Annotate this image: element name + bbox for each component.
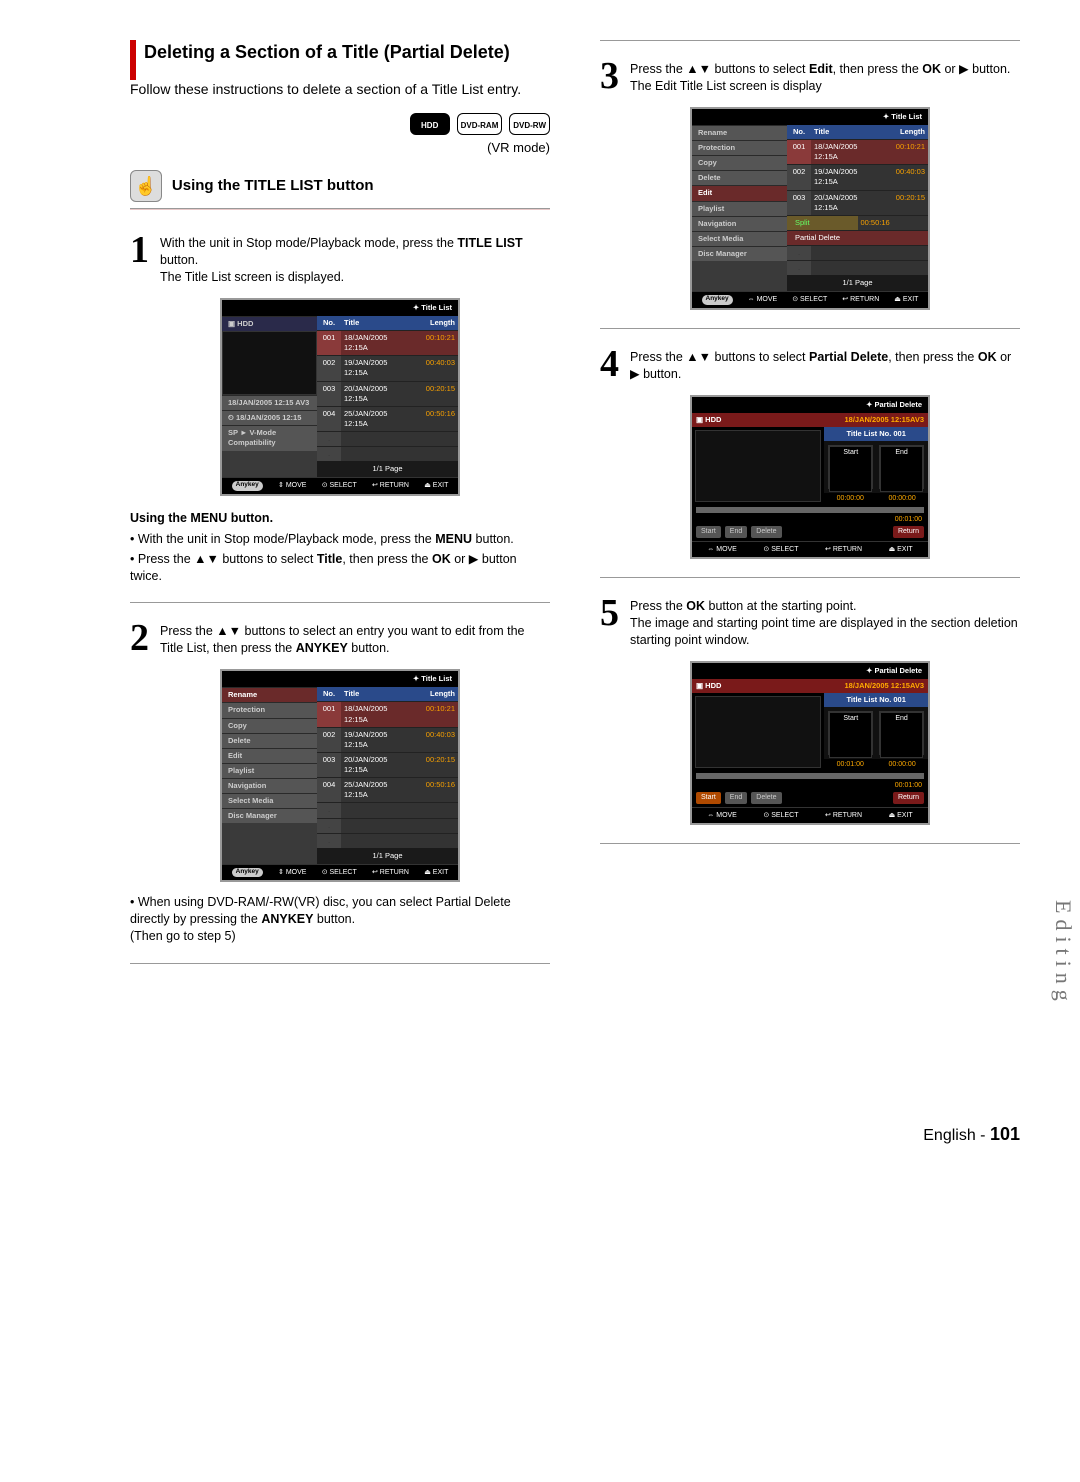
- list-item: Press the ▲▼ buttons to select Title, th…: [130, 551, 550, 585]
- step-body: Press the ▲▼ buttons to select Partial D…: [630, 347, 1020, 383]
- text: With the unit in Stop mode/Playback mode…: [160, 236, 457, 250]
- red-accent-bar: [130, 40, 136, 80]
- step-5: 5 Press the OK button at the starting po…: [600, 596, 1020, 649]
- intro-text: Follow these instructions to delete a se…: [130, 80, 550, 99]
- figure-title-list-2: ✦ Title List Rename Protection Copy Dele…: [220, 669, 460, 882]
- figure-title-list-3: ✦ Title List Rename Protection Copy Dele…: [690, 107, 930, 310]
- left-column: Deleting a Section of a Title (Partial D…: [130, 40, 550, 982]
- menu-item: Navigation: [222, 778, 317, 793]
- subheading: Using the TITLE LIST button: [172, 176, 374, 196]
- separator: [130, 963, 550, 964]
- menu-item: Playlist: [222, 763, 317, 778]
- pager: 1/1 Page: [317, 461, 458, 477]
- preview-main: [695, 430, 821, 502]
- fig-title: Title List: [421, 303, 452, 312]
- separator: [600, 40, 1020, 41]
- figure-partial-delete-2: ✦ Partial Delete ▣ HDD18/JAN/2005 12:15A…: [690, 661, 930, 826]
- menu-item: Rename: [222, 687, 317, 702]
- step-3: 3 Press the ▲▼ buttons to select Edit, t…: [600, 59, 1020, 95]
- step-number: 4: [600, 347, 630, 383]
- fig-footer: Anykey ⇕ MOVE ⊙ SELECT ↩ RETURN ⏏ EXIT: [222, 477, 458, 493]
- info-row: SP ► V-Mode Compatibility: [222, 425, 317, 450]
- table-row: .: [317, 446, 458, 461]
- step-number: 3: [600, 59, 630, 95]
- menu-item: Protection: [222, 702, 317, 717]
- table-row: 00425/JAN/2005 12:15A00:50:16: [317, 406, 458, 431]
- menu-item: Select Media: [222, 793, 317, 808]
- subheading-row: ☝ Using the TITLE LIST button: [130, 170, 550, 202]
- separator: [600, 843, 1020, 844]
- info-row: ⏲ 18/JAN/2005 12:15: [222, 410, 317, 425]
- section-title: Deleting a Section of a Title (Partial D…: [130, 40, 550, 64]
- step-1: 1 With the unit in Stop mode/Playback mo…: [130, 233, 550, 286]
- rule: [130, 208, 550, 209]
- table-header: No.TitleLength: [317, 316, 458, 330]
- step-2: 2 Press the ▲▼ buttons to select an entr…: [130, 621, 550, 657]
- footer-lang: English -: [923, 1127, 985, 1144]
- menu-bullets: With the unit in Stop mode/Playback mode…: [130, 531, 550, 585]
- right-column: 3 Press the ▲▼ buttons to select Edit, t…: [600, 40, 1020, 982]
- menu-item: Disc Manager: [222, 808, 317, 823]
- figure-partial-delete-1: ✦ Partial Delete ▣ HDD18/JAN/2005 12:15A…: [690, 395, 930, 560]
- list-item: When using DVD-RAM/-RW(VR) disc, you can…: [130, 894, 550, 945]
- hand-icon: ☝: [130, 170, 162, 202]
- src-label: ▣ HDD: [222, 316, 317, 331]
- figure-title-list-1: ✦ Title List ▣ HDD 18/JAN/2005 12:15 AV3…: [220, 298, 460, 496]
- step-number: 1: [130, 233, 160, 286]
- media-badges: HDD DVD-RAM DVD-RW: [130, 113, 550, 135]
- text: button.: [160, 253, 198, 267]
- menu-item: Copy: [222, 718, 317, 733]
- table-row: 00320/JAN/2005 12:15A00:20:15: [317, 381, 458, 406]
- step-number: 5: [600, 596, 630, 649]
- text: The Title List screen is displayed.: [160, 270, 344, 284]
- section-title-text: Deleting a Section of a Title (Partial D…: [144, 40, 550, 64]
- step-4: 4 Press the ▲▼ buttons to select Partial…: [600, 347, 1020, 383]
- bold: TITLE LIST: [457, 236, 522, 250]
- vr-mode-label: (VR mode): [130, 139, 550, 157]
- info-row: 18/JAN/2005 12:15 AV3: [222, 395, 317, 410]
- separator: [600, 328, 1020, 329]
- page-footer: English - 101: [130, 1122, 1020, 1147]
- separator: [600, 577, 1020, 578]
- table-row: 00219/JAN/2005 12:15A00:40:03: [317, 355, 458, 380]
- table-row: .: [317, 431, 458, 446]
- table-row: 00118/JAN/2005 12:15A00:10:21: [317, 330, 458, 355]
- separator: [130, 602, 550, 603]
- side-tab: Editing: [1048, 900, 1078, 1007]
- dvd-rw-badge: DVD-RW: [509, 113, 550, 135]
- step-body: Press the ▲▼ buttons to select Edit, the…: [630, 59, 1020, 95]
- menu-item: Delete: [222, 733, 317, 748]
- list-item: With the unit in Stop mode/Playback mode…: [130, 531, 550, 548]
- menu-item: Edit: [222, 748, 317, 763]
- step-body: With the unit in Stop mode/Playback mode…: [160, 233, 550, 286]
- hdd-badge: HDD: [410, 113, 450, 135]
- step-body: Press the OK button at the starting poin…: [630, 596, 1020, 649]
- step-number: 2: [130, 621, 160, 657]
- preview-pane: [222, 331, 317, 395]
- note-bullets: When using DVD-RAM/-RW(VR) disc, you can…: [130, 894, 550, 945]
- using-menu-heading: Using the MENU button.: [130, 510, 550, 527]
- step-body: Press the ▲▼ buttons to select an entry …: [160, 621, 550, 657]
- dvd-ram-badge: DVD-RAM: [457, 113, 503, 135]
- page-number: 101: [990, 1124, 1020, 1144]
